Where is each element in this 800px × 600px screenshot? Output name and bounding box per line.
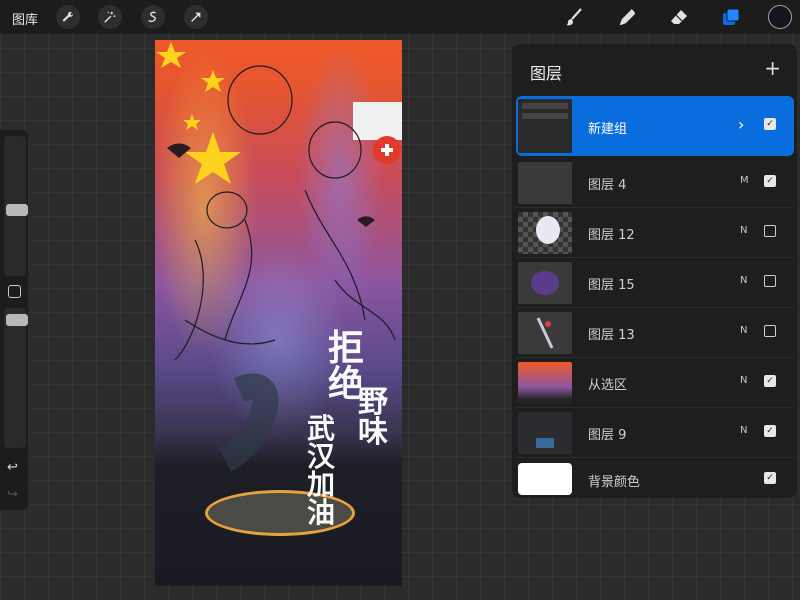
visibility-checkbox[interactable]: [764, 225, 776, 237]
layer-thumbnail: [518, 312, 572, 354]
visibility-checkbox[interactable]: ✓: [764, 375, 776, 387]
undo-icon[interactable]: ↩: [7, 460, 18, 475]
blend-mode[interactable]: M: [740, 175, 749, 186]
opacity-slider[interactable]: [4, 308, 28, 448]
visibility-checkbox[interactable]: ✓: [764, 175, 776, 187]
layer-thumbnail: [518, 262, 572, 304]
blend-mode[interactable]: N: [740, 375, 747, 386]
add-layer-button[interactable]: +: [764, 56, 781, 80]
top-toolbar: 图库: [0, 0, 800, 34]
magic-wand-icon[interactable]: [98, 5, 122, 29]
modify-button[interactable]: [8, 285, 21, 298]
panel-title: 图层: [530, 64, 563, 83]
layer-thumbnail: [518, 412, 572, 454]
color-swatch[interactable]: [768, 5, 792, 29]
layer-name: 图层 12: [588, 228, 635, 243]
layers-panel: 图层 + 新建组 › ✓ 图层 4 M ✓ 图层 12 N 图层 15 N 图层…: [512, 44, 797, 498]
layer-row[interactable]: 新建组 › ✓: [516, 96, 794, 156]
opacity-thumb[interactable]: [6, 314, 28, 326]
visibility-checkbox[interactable]: ✓: [764, 425, 776, 437]
left-sidebar: ↩ ↪: [0, 130, 28, 510]
layers-icon[interactable]: [720, 6, 742, 28]
layer-row[interactable]: 图层 13 N: [516, 308, 794, 358]
layer-name: 图层 4: [588, 178, 627, 193]
layer-row[interactable]: 图层 9 N ✓: [516, 408, 794, 458]
calligraphy-text-3: 武汉加油: [307, 412, 336, 529]
calligraphy-text-2: 野味: [358, 385, 388, 450]
chevron-right-icon[interactable]: ›: [738, 115, 744, 134]
redo-icon[interactable]: ↪: [7, 487, 18, 502]
gallery-button[interactable]: 图库: [12, 9, 38, 28]
eraser-icon[interactable]: [668, 6, 690, 28]
layer-name: 图层 15: [588, 278, 635, 293]
layer-thumbnail: [518, 463, 572, 495]
visibility-checkbox[interactable]: ✓: [764, 472, 776, 484]
layer-thumbnail: [518, 212, 572, 254]
artwork-canvas[interactable]: 拒绝 野味 武汉加油: [155, 40, 402, 586]
layer-name: 图层 13: [588, 328, 635, 343]
selection-icon[interactable]: [141, 5, 165, 29]
brush-icon[interactable]: [563, 6, 585, 28]
blend-mode[interactable]: N: [740, 225, 747, 236]
wrench-icon[interactable]: [56, 5, 80, 29]
layer-thumbnail: [518, 99, 572, 153]
brush-size-thumb[interactable]: [6, 204, 28, 216]
blend-mode[interactable]: N: [740, 425, 747, 436]
layer-thumbnail: [518, 162, 572, 204]
blend-mode[interactable]: N: [740, 275, 747, 286]
layer-row[interactable]: 图层 4 M ✓: [516, 158, 794, 208]
visibility-checkbox[interactable]: ✓: [764, 118, 776, 130]
smudge-icon[interactable]: [617, 6, 639, 28]
layer-name: 新建组: [588, 122, 628, 137]
brush-size-slider[interactable]: [4, 136, 28, 276]
blend-mode[interactable]: N: [740, 325, 747, 336]
visibility-checkbox[interactable]: [764, 275, 776, 287]
layer-row[interactable]: 从选区 N ✓: [516, 358, 794, 408]
layer-thumbnail: [518, 362, 572, 404]
visibility-checkbox[interactable]: [764, 325, 776, 337]
transform-arrow-icon[interactable]: [184, 5, 208, 29]
layer-row[interactable]: 图层 12 N: [516, 208, 794, 258]
layer-name: 从选区: [588, 378, 628, 393]
layer-name: 背景颜色: [588, 475, 641, 490]
layer-name: 图层 9: [588, 428, 627, 443]
layer-row[interactable]: 背景颜色 ✓: [516, 458, 794, 508]
layer-row[interactable]: 图层 15 N: [516, 258, 794, 308]
